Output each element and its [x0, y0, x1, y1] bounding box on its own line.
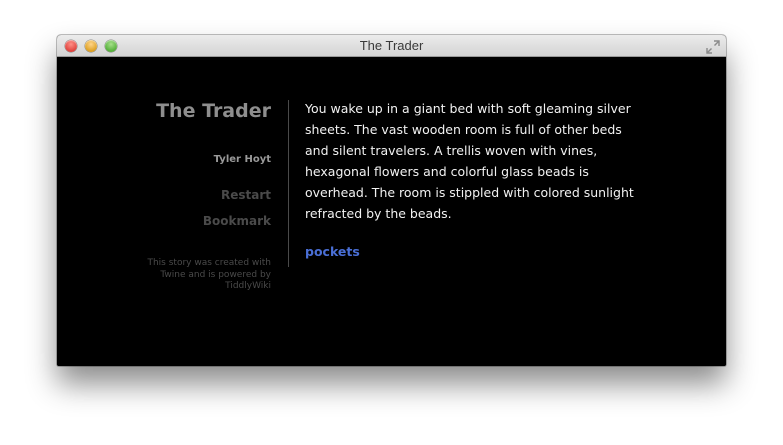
passage: You wake up in a giant bed with soft gle…	[305, 98, 635, 260]
story-title: The Trader	[156, 100, 271, 122]
fullscreen-icon[interactable]	[706, 39, 720, 54]
story-content: The Trader Tyler Hoyt Restart Bookmark T…	[57, 58, 726, 366]
credits-text: This story was created with Twine and is…	[147, 258, 271, 291]
bookmark-link[interactable]: Bookmark	[203, 214, 271, 228]
restart-link[interactable]: Restart	[221, 188, 271, 202]
window-title: The Trader	[359, 38, 424, 53]
sidebar-divider	[288, 100, 289, 267]
story-author: Tyler Hoyt	[213, 154, 271, 165]
passage-link-pockets[interactable]: pockets	[305, 244, 360, 259]
title-bar[interactable]: The Trader	[57, 35, 726, 57]
app-window: The Trader The Trader Tyler Hoyt Restart…	[57, 35, 726, 366]
passage-text: You wake up in a giant bed with soft gle…	[305, 101, 634, 221]
